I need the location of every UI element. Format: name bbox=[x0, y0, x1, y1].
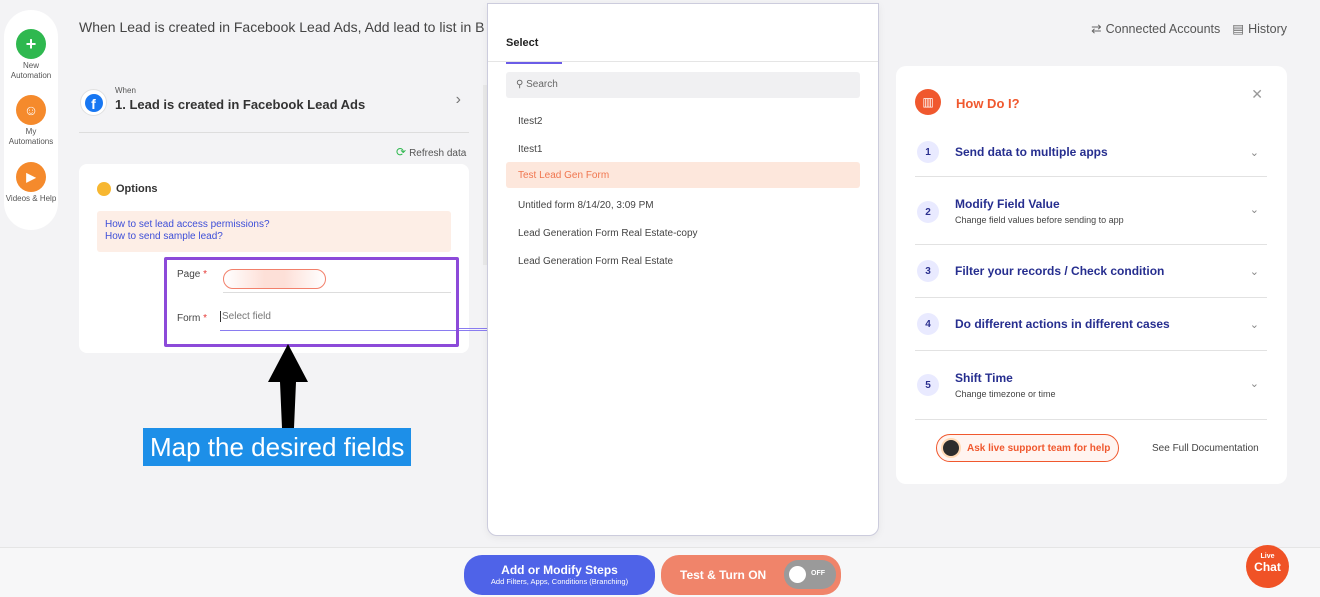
help-item-4[interactable]: 4 Do different actions in different case… bbox=[915, 298, 1267, 351]
how-do-i-panel: ▥ How Do I? ✕ 1 Send data to multiple ap… bbox=[896, 66, 1287, 484]
toggle-knob bbox=[789, 566, 806, 583]
swap-icon: ⇄ bbox=[1091, 22, 1102, 36]
close-icon[interactable]: ✕ bbox=[1251, 86, 1263, 103]
my-automations-button[interactable]: ☺ My Automations bbox=[4, 95, 58, 147]
refresh-icon: ⟳ bbox=[396, 145, 407, 159]
help-item-label: Do different actions in different cases bbox=[955, 317, 1170, 331]
play-icon: ▶ bbox=[16, 162, 46, 192]
steps-sublabel: Add Filters, Apps, Conditions (Branching… bbox=[490, 577, 629, 586]
add-modify-steps-button[interactable]: Add or Modify Steps Add Filters, Apps, C… bbox=[464, 555, 655, 595]
help-item-number: 4 bbox=[917, 313, 939, 335]
automation-title[interactable]: When Lead is created in Facebook Lead Ad… bbox=[79, 19, 485, 35]
bottom-bar bbox=[0, 547, 1320, 597]
chevron-down-icon: ⌄ bbox=[1249, 266, 1259, 278]
help-item-label: Send data to multiple apps bbox=[955, 145, 1108, 159]
chevron-down-icon: ⌄ bbox=[1249, 319, 1259, 331]
my-automations-label: My Automations bbox=[8, 127, 54, 146]
help-item-3[interactable]: 3 Filter your records / Check condition … bbox=[915, 245, 1267, 298]
help-item-number: 1 bbox=[917, 141, 939, 163]
chevron-down-icon: ⌄ bbox=[1249, 378, 1259, 390]
toggle-state: OFF bbox=[811, 570, 825, 577]
live-chat-line1: Live bbox=[1260, 553, 1275, 560]
connected-accounts-link[interactable]: ⇄ Connected Accounts bbox=[1091, 21, 1220, 36]
plus-icon: + bbox=[16, 29, 46, 59]
videos-help-button[interactable]: ▶ Videos & Help bbox=[4, 162, 58, 204]
help-links-box: How to set lead access permissions? How … bbox=[97, 211, 451, 252]
test-label: Test & Turn ON bbox=[680, 568, 767, 582]
support-agent-icon bbox=[941, 438, 961, 458]
form-dropdown: Select ⚲ Search Itest2 Itest1 Test Lead … bbox=[487, 3, 879, 536]
search-placeholder: Search bbox=[526, 79, 558, 90]
help-item-1[interactable]: 1 Send data to multiple apps ⌄ bbox=[915, 134, 1267, 177]
full-documentation-link[interactable]: See Full Documentation bbox=[1152, 443, 1259, 454]
help-item-subtitle: Change field values before sending to ap… bbox=[955, 215, 1124, 225]
left-rail: + New Automation ☺ My Automations ▶ Vide… bbox=[4, 10, 58, 230]
live-support-button[interactable]: Ask live support team for help bbox=[936, 434, 1120, 462]
help-item-number: 3 bbox=[917, 260, 939, 282]
robot-icon: ☺ bbox=[16, 95, 46, 125]
help-item-subtitle: Change timezone or time bbox=[955, 389, 1056, 399]
options-icon bbox=[97, 182, 111, 196]
chevron-down-icon: ⌄ bbox=[1249, 147, 1259, 159]
options-heading: Options bbox=[97, 182, 158, 196]
connected-accounts-label: Connected Accounts bbox=[1105, 22, 1221, 36]
dropdown-option-selected[interactable]: Test Lead Gen Form bbox=[506, 162, 860, 188]
chevron-down-icon: ⌄ bbox=[1249, 204, 1259, 216]
dropdown-option[interactable]: Untitled form 8/14/20, 3:09 PM bbox=[506, 192, 860, 218]
live-support-label: Ask live support team for help bbox=[967, 442, 1111, 454]
history-label: History bbox=[1248, 22, 1287, 36]
sample-lead-link[interactable]: How to send sample lead? bbox=[105, 231, 443, 243]
trigger-step[interactable]: f When 1. Lead is created in Facebook Le… bbox=[79, 83, 469, 133]
tab-select[interactable]: Select bbox=[506, 37, 562, 64]
dropdown-divider bbox=[488, 61, 878, 62]
refresh-label: Refresh data bbox=[409, 148, 467, 159]
steps-label: Add or Modify Steps bbox=[501, 563, 618, 577]
trigger-name: 1. Lead is created in Facebook Lead Ads bbox=[115, 97, 366, 112]
history-icon: ▤ bbox=[1232, 22, 1245, 36]
live-chat-button[interactable]: Live Chat bbox=[1246, 545, 1289, 588]
help-item-label: Shift Time bbox=[955, 371, 1013, 385]
chevron-right-icon: › bbox=[455, 91, 461, 108]
help-item-2[interactable]: 2 Modify Field Value Change field values… bbox=[915, 177, 1267, 245]
new-automation-button[interactable]: + New Automation bbox=[4, 29, 58, 81]
lead-permissions-link[interactable]: How to set lead access permissions? bbox=[105, 219, 443, 231]
dropdown-search-input[interactable]: ⚲ Search bbox=[506, 72, 860, 98]
live-chat-line2: Chat bbox=[1254, 560, 1281, 574]
help-item-label: Modify Field Value bbox=[955, 197, 1060, 211]
options-heading-label: Options bbox=[116, 183, 158, 195]
help-item-5[interactable]: 5 Shift Time Change timezone or time ⌄ bbox=[915, 351, 1267, 420]
videos-help-label: Videos & Help bbox=[5, 194, 57, 203]
refresh-data-button[interactable]: ⟳ Refresh data bbox=[396, 145, 466, 159]
trigger-when-label: When bbox=[115, 86, 136, 95]
new-automation-label: New Automation bbox=[10, 61, 52, 80]
header-actions: ⇄ Connected Accounts ▤ History bbox=[1091, 21, 1287, 36]
facebook-icon: f bbox=[80, 89, 107, 116]
dropdown-connector bbox=[459, 328, 487, 329]
dropdown-option[interactable]: Lead Generation Form Real Estate bbox=[506, 248, 860, 274]
how-do-i-title: How Do I? bbox=[956, 96, 1020, 111]
dropdown-option[interactable]: Itest2 bbox=[506, 108, 860, 134]
help-item-number: 5 bbox=[917, 374, 939, 396]
arrow-up-icon bbox=[268, 344, 308, 428]
test-turn-on-button[interactable]: Test & Turn ON OFF bbox=[661, 555, 841, 595]
on-off-toggle[interactable]: OFF bbox=[784, 560, 836, 589]
fields-highlight-box bbox=[164, 257, 459, 347]
book-icon: ▥ bbox=[915, 89, 941, 115]
history-link[interactable]: ▤ History bbox=[1232, 21, 1287, 36]
help-item-label: Filter your records / Check condition bbox=[955, 264, 1165, 278]
help-item-number: 2 bbox=[917, 201, 939, 223]
dropdown-option[interactable]: Itest1 bbox=[506, 136, 860, 162]
dropdown-option[interactable]: Lead Generation Form Real Estate-copy bbox=[506, 220, 860, 246]
map-fields-callout: Map the desired fields bbox=[143, 428, 412, 466]
search-icon: ⚲ bbox=[516, 79, 524, 90]
